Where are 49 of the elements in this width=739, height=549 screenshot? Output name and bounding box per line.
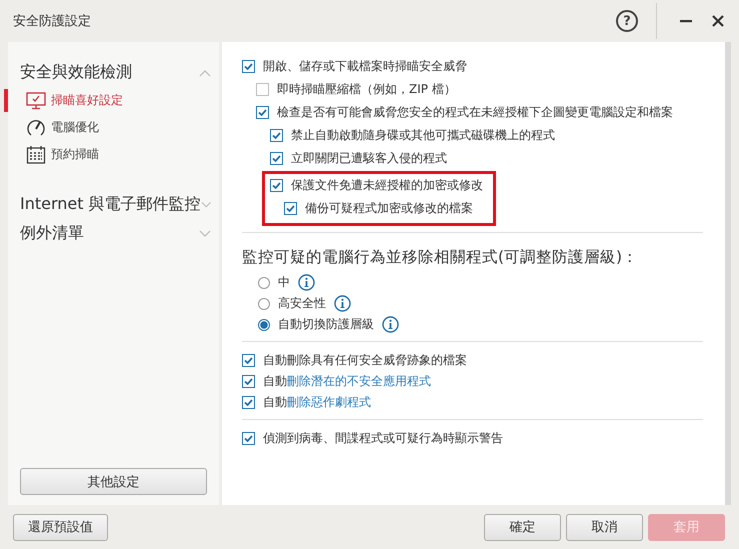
checkbox[interactable] [256,83,269,96]
close-icon [711,14,725,28]
sidebar-group[interactable]: 例外清單 [8,219,219,248]
checkbox[interactable] [270,152,283,165]
radio-button[interactable] [258,298,270,310]
option-link[interactable]: 刪除潛在的不安全應用程式 [287,374,431,388]
option-label: 自動 [263,374,287,388]
sidebar-item[interactable]: 預約掃瞄 [4,143,219,166]
option-label: 自動 [263,395,287,409]
sidebar-group[interactable]: Internet 與電子郵件監控 [8,190,219,219]
checkbox[interactable] [270,179,283,192]
option-label: 檢查是否有可能會威脅您安全的程式在未經授權下企圖變更電腦設定和檔案 [277,104,673,121]
option-label: 自動刪除具有任何安全威脅跡象的檔案 [263,352,467,369]
info-button[interactable] [382,316,399,333]
reset-defaults-button[interactable]: 還原預設值 [13,514,108,540]
option-label: 備份可疑程式加密或修改的檔案 [305,200,473,217]
info-button[interactable] [298,274,315,291]
calendar-icon [26,145,46,164]
option-label: 禁止自動啟動隨身碟或其他可攜式磁碟機上的程式 [291,127,555,144]
monitor-check-icon [26,91,46,110]
gauge-icon [26,118,46,137]
option-label: 偵測到病毒、間諜程式或可疑行為時顯示警告 [263,430,503,447]
option-label: 立即關閉已遭駭客入侵的程式 [291,150,447,167]
option-label: 即時掃瞄壓縮檔（例如，ZIP 檔） [277,81,456,98]
radio-button[interactable] [258,318,270,330]
option-label: 中 [278,274,290,291]
checkbox[interactable] [242,354,255,367]
option-label: 開啟、儲存或下載檔案時掃瞄安全威脅 [263,58,467,75]
option-label: 自動切換防護層級 [278,316,374,333]
checkbox[interactable] [270,129,283,142]
help-button[interactable]: ? [616,10,638,32]
option-label: 高安全性 [278,295,326,312]
option-label: 保護文件免遭未經授權的加密或修改 [291,177,483,194]
ok-button[interactable]: 確定 [484,514,561,540]
checkbox[interactable] [256,106,269,119]
checkbox[interactable] [242,375,255,388]
cancel-button[interactable]: 取消 [566,514,643,540]
checkbox[interactable] [242,432,255,445]
info-button[interactable] [334,295,351,312]
section-heading: 監控可疑的電腦行為並移除相關程式(可調整防護層級)： [242,247,640,268]
window-title: 安全防護設定 [13,13,91,30]
sidebar-group[interactable]: 安全與效能檢測 [8,58,219,87]
checkbox[interactable] [242,60,255,73]
sidebar-item[interactable]: 電腦優化 [4,116,219,139]
checkbox[interactable] [242,396,255,409]
other-settings-button[interactable]: 其他設定 [20,468,207,495]
radio-button[interactable] [258,276,270,288]
checkbox[interactable] [284,202,297,215]
option-link[interactable]: 刪除惡作劇程式 [287,395,371,409]
